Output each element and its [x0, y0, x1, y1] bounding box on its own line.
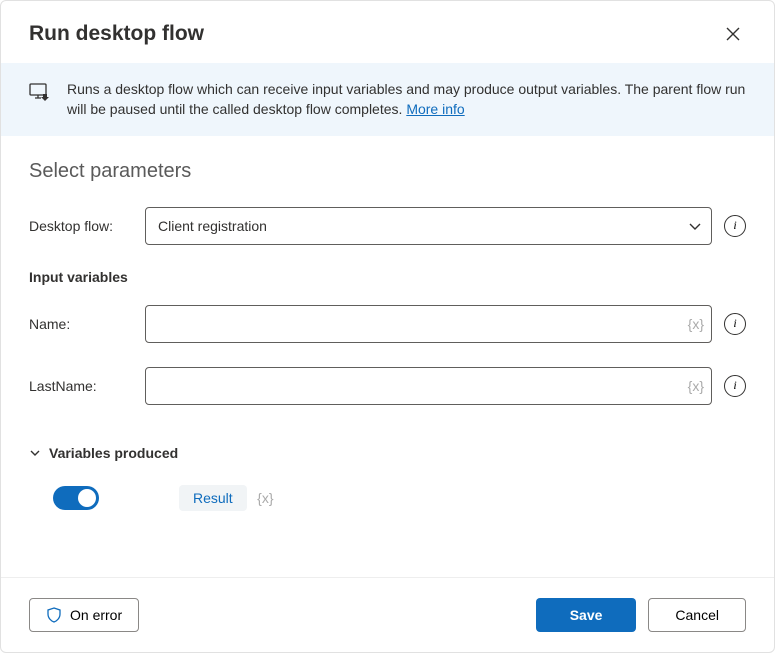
close-button[interactable]	[720, 21, 746, 47]
desktop-flow-label: Desktop flow:	[29, 218, 133, 234]
desktop-flow-row: Desktop flow: Client registration i	[29, 207, 746, 245]
banner-text: Runs a desktop flow which can receive in…	[67, 79, 746, 120]
variable-icon: {x}	[257, 490, 273, 506]
dialog: Run desktop flow Runs a desktop flow whi…	[0, 0, 775, 653]
input-wrap: {x}	[145, 305, 712, 343]
cancel-button[interactable]: Cancel	[648, 598, 746, 632]
more-info-link[interactable]: More info	[406, 101, 464, 117]
chevron-down-icon	[29, 447, 41, 459]
variables-produced-section: Variables produced Result {x}	[29, 445, 746, 511]
input-row-lastname: LastName: {x} i	[29, 367, 746, 405]
dialog-header: Run desktop flow	[1, 1, 774, 63]
input-wrap: {x}	[145, 367, 712, 405]
chevron-down-icon	[688, 219, 702, 233]
dialog-title: Run desktop flow	[29, 22, 204, 46]
name-input[interactable]	[145, 305, 712, 343]
variables-produced-title: Variables produced	[49, 445, 178, 461]
input-label: LastName:	[29, 378, 133, 394]
section-title: Select parameters	[29, 160, 746, 183]
close-icon	[726, 27, 740, 41]
dialog-footer: On error Save Cancel	[1, 577, 774, 652]
desktop-flow-select[interactable]: Client registration	[145, 207, 712, 245]
desktop-flow-icon	[29, 81, 51, 103]
name-info-button[interactable]: i	[724, 313, 746, 335]
input-label: Name:	[29, 316, 133, 332]
on-error-label: On error	[70, 607, 122, 623]
toggle-knob	[78, 489, 96, 507]
variables-produced-toggle[interactable]: Variables produced	[29, 445, 746, 461]
input-vars-title: Input variables	[29, 269, 746, 285]
lastname-info-button[interactable]: i	[724, 375, 746, 397]
desktop-flow-select-wrap: Client registration	[145, 207, 712, 245]
desktop-flow-value: Client registration	[158, 218, 267, 234]
input-row-name: Name: {x} i	[29, 305, 746, 343]
result-chip[interactable]: Result	[179, 485, 247, 511]
variables-produced-body: Result {x}	[29, 461, 746, 511]
result-toggle[interactable]	[53, 486, 99, 510]
lastname-input[interactable]	[145, 367, 712, 405]
shield-icon	[46, 607, 62, 623]
save-button[interactable]: Save	[536, 598, 637, 632]
result-var-group: Result {x}	[179, 485, 274, 511]
on-error-button[interactable]: On error	[29, 598, 139, 632]
desktop-flow-info-button[interactable]: i	[724, 215, 746, 237]
dialog-body: Select parameters Desktop flow: Client r…	[1, 136, 774, 577]
info-banner: Runs a desktop flow which can receive in…	[1, 63, 774, 136]
